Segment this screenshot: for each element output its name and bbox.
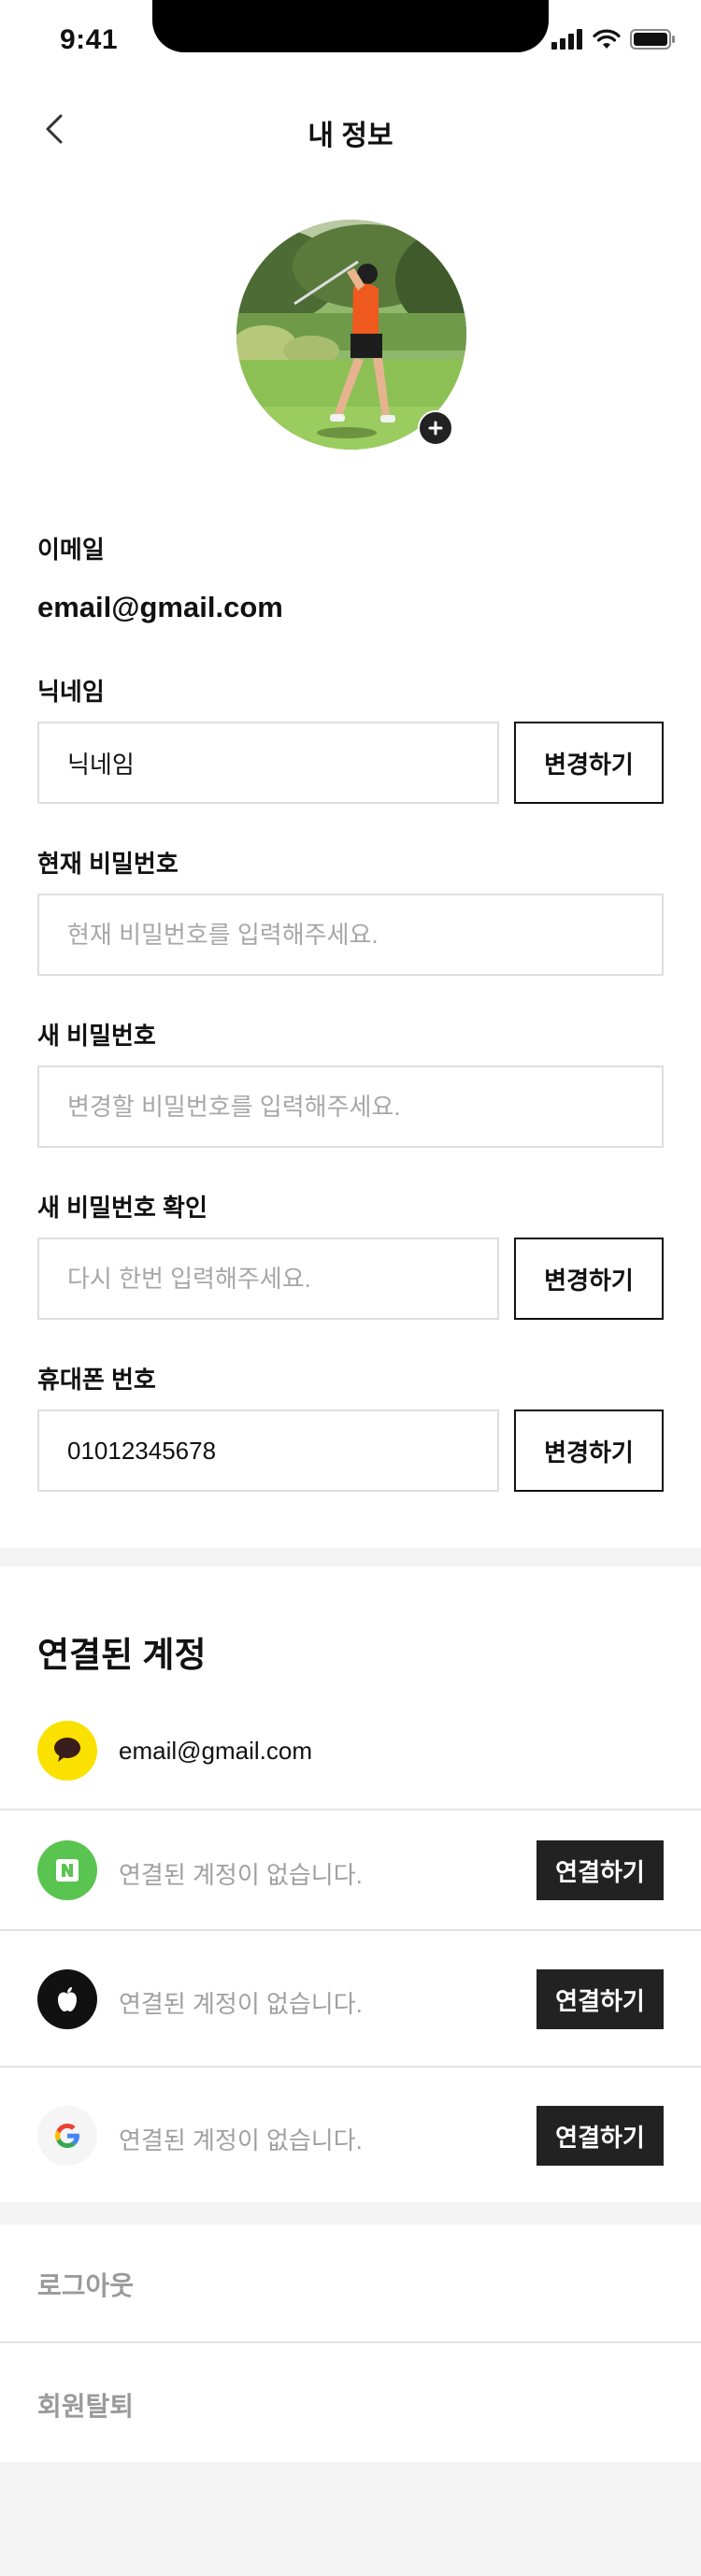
kakao-icon (37, 1721, 97, 1781)
new-password-input[interactable] (67, 1092, 662, 1122)
wifi-icon (593, 29, 621, 49)
row-divider (0, 2066, 701, 2068)
email-label: 이메일 (37, 536, 105, 564)
apple-account-text: 연결된 계정이 없습니다. (119, 1990, 363, 2018)
email-value: email@gmail.com (37, 591, 283, 623)
naver-connect-button[interactable]: 연결하기 (536, 1840, 664, 1900)
linked-account-naver: 연결된 계정이 없습니다. 연결하기 (0, 1840, 701, 1900)
google-connect-button[interactable]: 연결하기 (536, 2106, 664, 2166)
device-notch (152, 0, 549, 52)
linked-account-google: 연결된 계정이 없습니다. 연결하기 (0, 2106, 701, 2166)
naver-account-text: 연결된 계정이 없습니다. (119, 1861, 363, 1889)
status-icons (551, 28, 675, 50)
header: 내 정보 (0, 93, 701, 165)
row-divider (0, 1809, 701, 1810)
current-password-label: 현재 비밀번호 (37, 850, 179, 878)
withdraw-button[interactable]: 회원탈퇴 (37, 2386, 134, 2424)
confirm-password-field[interactable] (37, 1238, 499, 1320)
add-photo-button[interactable] (418, 410, 453, 446)
battery-icon (630, 29, 675, 50)
google-icon (37, 2106, 97, 2166)
plus-icon (428, 421, 443, 436)
confirm-password-input[interactable] (67, 1264, 497, 1294)
row-divider (0, 1929, 701, 1931)
nickname-label: 닉네임 (37, 678, 105, 706)
signal-icon (551, 29, 582, 50)
apple-icon (37, 1969, 97, 2029)
phone-label: 휴대폰 번호 (37, 1366, 156, 1394)
row-divider (0, 2341, 701, 2343)
section-divider (0, 1548, 701, 1567)
confirm-password-label: 새 비밀번호 확인 (37, 1194, 207, 1222)
status-time: 9:41 (60, 24, 119, 55)
new-password-label: 새 비밀번호 (37, 1022, 156, 1050)
kakao-account-text: email@gmail.com (119, 1737, 312, 1765)
naver-icon (37, 1840, 97, 1900)
profile-avatar[interactable] (236, 220, 466, 450)
nickname-input[interactable] (67, 748, 497, 778)
google-account-text: 연결된 계정이 없습니다. (119, 2126, 363, 2154)
page: 9:41 내 정보 이메일 email@gmail.com 닉네임 닉네임 변경… (0, 0, 701, 2462)
linked-account-apple: 연결된 계정이 없습니다. 연결하기 (0, 1969, 701, 2029)
section-divider (0, 2202, 701, 2225)
nickname-change-button[interactable]: 변경하기 (514, 722, 664, 804)
phone-field[interactable] (37, 1410, 499, 1492)
status-bar: 9:41 (0, 0, 701, 82)
new-password-field[interactable] (37, 1066, 664, 1148)
apple-connect-button[interactable]: 연결하기 (536, 1969, 664, 2029)
linked-accounts-title: 연결된 계정 (37, 1636, 207, 1674)
password-change-button[interactable]: 변경하기 (514, 1238, 664, 1320)
phone-input[interactable] (67, 1436, 497, 1466)
phone-change-button[interactable]: 변경하기 (514, 1410, 664, 1492)
page-title: 내 정보 (308, 121, 393, 151)
current-password-field[interactable] (37, 894, 664, 976)
logout-button[interactable]: 로그아웃 (37, 2266, 134, 2303)
nickname-field[interactable] (37, 722, 499, 804)
linked-account-kakao: email@gmail.com (0, 1721, 701, 1781)
current-password-input[interactable] (67, 920, 662, 950)
